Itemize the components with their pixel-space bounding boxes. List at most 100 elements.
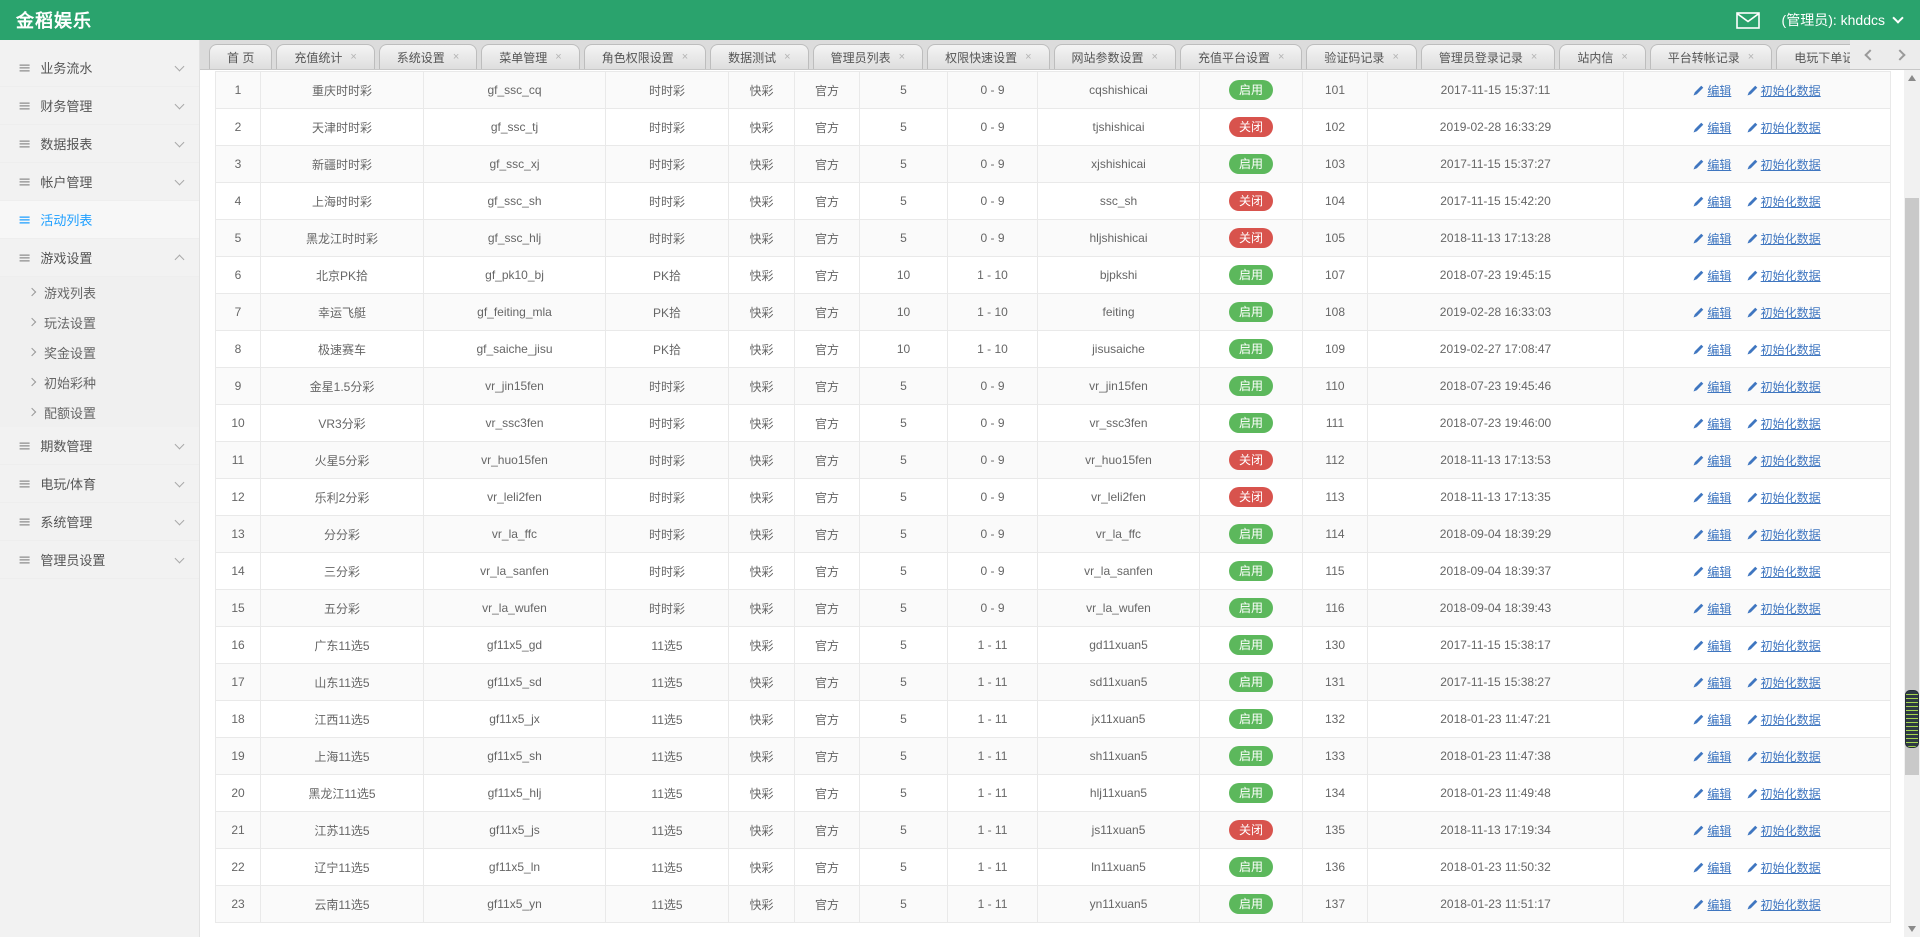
init-data-link[interactable]: 初始化数据 (1747, 489, 1821, 506)
scroll-up-button[interactable] (1904, 70, 1920, 86)
tab-close-icon[interactable]: × (1278, 52, 1284, 63)
edit-link[interactable]: 编辑 (1693, 748, 1731, 765)
edit-link[interactable]: 编辑 (1693, 82, 1731, 99)
init-data-link[interactable]: 初始化数据 (1747, 415, 1821, 432)
edit-link[interactable]: 编辑 (1693, 415, 1731, 432)
edit-link[interactable]: 编辑 (1693, 859, 1731, 876)
sidebar-subitem-游戏列表[interactable]: 游戏列表 (0, 277, 199, 307)
tab-充值平台设置[interactable]: 充值平台设置 × (1180, 44, 1302, 69)
init-data-link[interactable]: 初始化数据 (1747, 711, 1821, 728)
init-data-link[interactable]: 初始化数据 (1747, 600, 1821, 617)
tab-scroll-left-button[interactable] (1859, 44, 1881, 66)
tab-close-icon[interactable]: × (453, 52, 459, 63)
edit-link[interactable]: 编辑 (1693, 119, 1731, 136)
sidebar-subitem-玩法设置[interactable]: 玩法设置 (0, 307, 199, 337)
tab-close-icon[interactable]: × (350, 52, 356, 63)
init-data-link[interactable]: 初始化数据 (1747, 526, 1821, 543)
sidebar-item-游戏设置[interactable]: ≡ 游戏设置 (0, 239, 199, 277)
tab-close-icon[interactable]: × (682, 52, 688, 63)
tab-管理员列表[interactable]: 管理员列表 × (813, 44, 923, 69)
scrollbar-thumb[interactable] (1905, 198, 1919, 775)
edit-link[interactable]: 编辑 (1693, 563, 1731, 580)
tab-角色权限设置[interactable]: 角色权限设置 × (584, 44, 706, 69)
init-data-link[interactable]: 初始化数据 (1747, 822, 1821, 839)
cell-index: 3 (216, 146, 261, 183)
tab-管理员登录记录[interactable]: 管理员登录记录 × (1421, 44, 1555, 69)
sidebar-item-期数管理[interactable]: ≡ 期数管理 (0, 427, 199, 465)
cell-name: VR3分彩 (261, 405, 424, 442)
init-data-link[interactable]: 初始化数据 (1747, 341, 1821, 358)
tab-系统设置[interactable]: 系统设置 × (379, 44, 477, 69)
tab-close-icon[interactable]: × (1152, 52, 1158, 63)
tab-close-icon[interactable]: × (784, 52, 790, 63)
tab-close-icon[interactable]: × (1531, 52, 1537, 63)
edit-link[interactable]: 编辑 (1693, 489, 1731, 506)
edit-link[interactable]: 编辑 (1693, 378, 1731, 395)
sidebar-item-管理员设置[interactable]: ≡ 管理员设置 (0, 541, 199, 579)
edit-link[interactable]: 编辑 (1693, 230, 1731, 247)
init-data-link[interactable]: 初始化数据 (1747, 304, 1821, 321)
init-data-link[interactable]: 初始化数据 (1747, 193, 1821, 210)
init-data-link[interactable]: 初始化数据 (1747, 156, 1821, 173)
edit-link[interactable]: 编辑 (1693, 193, 1731, 210)
edit-link[interactable]: 编辑 (1693, 526, 1731, 543)
tab-数据测试[interactable]: 数据测试 × (710, 44, 808, 69)
init-data-link[interactable]: 初始化数据 (1747, 82, 1821, 99)
edit-link[interactable]: 编辑 (1693, 711, 1731, 728)
tab-close-icon[interactable]: × (1621, 52, 1627, 63)
tab-站内信[interactable]: 站内信 × (1559, 44, 1645, 69)
init-data-link[interactable]: 初始化数据 (1747, 637, 1821, 654)
init-data-link[interactable]: 初始化数据 (1747, 119, 1821, 136)
tab-scroll-right-button[interactable] (1889, 44, 1911, 66)
tab-菜单管理[interactable]: 菜单管理 × (481, 44, 579, 69)
envelope-icon[interactable] (1736, 12, 1760, 29)
edit-link[interactable]: 编辑 (1693, 674, 1731, 691)
scroll-down-button[interactable] (1904, 921, 1920, 937)
init-data-link[interactable]: 初始化数据 (1747, 230, 1821, 247)
cell-index: 11 (216, 442, 261, 479)
init-data-link[interactable]: 初始化数据 (1747, 859, 1821, 876)
tab-close-icon[interactable]: × (1392, 52, 1398, 63)
tab-close-icon[interactable]: × (1748, 52, 1754, 63)
sidebar-item-财务管理[interactable]: ≡ 财务管理 (0, 87, 199, 125)
sidebar-item-业务流水[interactable]: ≡ 业务流水 (0, 49, 199, 87)
init-data-link[interactable]: 初始化数据 (1747, 674, 1821, 691)
init-data-link[interactable]: 初始化数据 (1747, 563, 1821, 580)
edit-link[interactable]: 编辑 (1693, 637, 1731, 654)
tab-验证码记录[interactable]: 验证码记录 × (1306, 44, 1416, 69)
sidebar-subitem-初始彩种[interactable]: 初始彩种 (0, 367, 199, 397)
edit-link[interactable]: 编辑 (1693, 452, 1731, 469)
edit-link[interactable]: 编辑 (1693, 600, 1731, 617)
sidebar-subitem-奖金设置[interactable]: 奖金设置 (0, 337, 199, 367)
init-data-link[interactable]: 初始化数据 (1747, 452, 1821, 469)
tab-充值统计[interactable]: 充值统计 × (276, 44, 374, 69)
init-data-link[interactable]: 初始化数据 (1747, 267, 1821, 284)
edit-link[interactable]: 编辑 (1693, 896, 1731, 913)
init-data-link[interactable]: 初始化数据 (1747, 748, 1821, 765)
sidebar-item-活动列表[interactable]: ≡ 活动列表 (0, 201, 199, 239)
tab-电玩下单记录[interactable]: 电玩下单记录 × (1776, 44, 1850, 69)
tab-网站参数设置[interactable]: 网站参数设置 × (1054, 44, 1176, 69)
sidebar-item-系统管理[interactable]: ≡ 系统管理 (0, 503, 199, 541)
sidebar-item-数据报表[interactable]: ≡ 数据报表 (0, 125, 199, 163)
edit-link-label: 编辑 (1707, 822, 1731, 839)
tab-首页[interactable]: 首 页 (209, 44, 272, 69)
edit-link[interactable]: 编辑 (1693, 156, 1731, 173)
edit-link[interactable]: 编辑 (1693, 785, 1731, 802)
tab-close-icon[interactable]: × (899, 52, 905, 63)
edit-link[interactable]: 编辑 (1693, 822, 1731, 839)
init-data-link[interactable]: 初始化数据 (1747, 378, 1821, 395)
edit-link[interactable]: 编辑 (1693, 267, 1731, 284)
sidebar-item-电玩/体育[interactable]: ≡ 电玩/体育 (0, 465, 199, 503)
user-menu[interactable]: (管理员): khddcs (1782, 10, 1902, 30)
sidebar-item-帐户管理[interactable]: ≡ 帐户管理 (0, 163, 199, 201)
edit-link[interactable]: 编辑 (1693, 341, 1731, 358)
tab-权限快速设置[interactable]: 权限快速设置 × (927, 44, 1049, 69)
edit-link[interactable]: 编辑 (1693, 304, 1731, 321)
sidebar-subitem-配额设置[interactable]: 配额设置 (0, 397, 199, 427)
init-data-link[interactable]: 初始化数据 (1747, 785, 1821, 802)
tab-close-icon[interactable]: × (555, 52, 561, 63)
tab-close-icon[interactable]: × (1025, 52, 1031, 63)
init-data-link[interactable]: 初始化数据 (1747, 896, 1821, 913)
tab-平台转帐记录[interactable]: 平台转帐记录 × (1650, 44, 1772, 69)
